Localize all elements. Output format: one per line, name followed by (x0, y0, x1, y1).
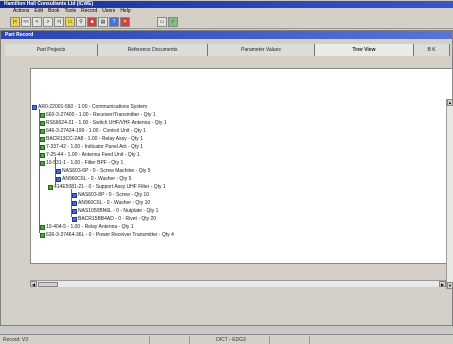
scroll-left-arrow-icon[interactable]: ◀ (30, 281, 37, 287)
part-icon (56, 176, 61, 182)
last-record-button[interactable]: >| (54, 16, 64, 27)
tree-node[interactable]: 414E5081-21 - 0 - Support Assy UHF Filte… (48, 183, 166, 191)
tree-node[interactable]: 10-404-5 - 1.00 - Relay Antenna - Qty 1 (40, 223, 134, 231)
menu-tools[interactable]: Tools (64, 8, 76, 15)
part-icon (40, 144, 45, 150)
part-icon (48, 184, 53, 190)
first-record-button[interactable]: |< (10, 16, 20, 27)
status-bar: Record: V3 DICT - EDG3 (0, 334, 453, 344)
tree-node[interactable]: 7-337-42 - 1.00 - Indicator Panel Ant - … (40, 143, 143, 151)
menu-edit[interactable]: Edit (34, 8, 43, 15)
tab-part-projects[interactable]: Part Projects (5, 44, 98, 56)
tree-node[interactable]: NAS1050BN6L - 0 - Nutplate - Qty 1 (72, 207, 158, 215)
scroll-thumb[interactable] (38, 282, 58, 287)
tree-node[interactable]: AN960C6L - 0 - Washer - Qty 10 (72, 199, 150, 207)
part-icon (40, 160, 45, 166)
menu-help[interactable]: Help (120, 8, 130, 15)
part-icon (40, 232, 45, 238)
part-icon (40, 112, 45, 118)
status-record: Record: V3 (0, 335, 150, 344)
part-record-title-bar[interactable]: Part Record (1, 31, 452, 39)
app-window: Hamilton Hall Consultants Ltd (ICWE) Act… (0, 0, 453, 344)
tab-reference-documents[interactable]: Reference Documents (98, 44, 208, 56)
part-icon (72, 208, 77, 214)
prev-page-button[interactable]: << (21, 16, 31, 27)
tab-bar: Part Projects Reference Documents Parame… (5, 44, 450, 56)
tree-node[interactable]: 7-25-44 - 1.00 - Antenna Feed Unit - Qty… (40, 151, 140, 159)
menu-book[interactable]: Book (48, 8, 59, 15)
tab-parameter-values[interactable]: Parameter Values (208, 44, 315, 56)
prev-record-button[interactable]: < (32, 16, 42, 27)
part-icon (40, 224, 45, 230)
part-record-title: Part Record (5, 32, 34, 38)
scroll-right-arrow-icon[interactable]: ▶ (439, 281, 446, 287)
app-title-bar[interactable]: Hamilton Hall Consultants Ltd (ICWE) (0, 1, 453, 8)
tree-node[interactable]: NAS603-6P - 0 - Screw Machine - Qty 5 (56, 167, 151, 175)
help-button[interactable]: ? (109, 16, 119, 27)
tree-node[interactable]: BACR15BB4AD - 0 - Rivet - Qty 20 (72, 215, 156, 223)
tree-node[interactable]: RS66624-21 - 1.00 - Switch UHF/VHF Anten… (40, 119, 167, 127)
tab-more[interactable]: B K (414, 44, 450, 56)
part-icon (72, 192, 77, 198)
tree-node-root[interactable]: AR0-22001-560 - 1.00 - Communications Sy… (32, 103, 147, 111)
part-icon (40, 120, 45, 126)
print-button[interactable]: ▤ (98, 16, 108, 27)
next-record-button[interactable]: > (43, 16, 53, 27)
open-folder-button[interactable]: ▭ (65, 16, 75, 27)
tree-node[interactable]: 646-3-27434-199 - 1.00 - Control Unit - … (40, 127, 146, 135)
ok-button[interactable]: ✓ (168, 16, 178, 27)
part-icon (40, 152, 45, 158)
app-title: Hamilton Hall Consultants Ltd (ICWE) (4, 1, 94, 7)
part-icon (40, 128, 45, 134)
part-icon (40, 136, 45, 142)
menu-users[interactable]: Users (102, 8, 115, 15)
lock-button[interactable]: ■ (87, 16, 97, 27)
part-icon (56, 168, 61, 174)
tree-node[interactable]: AN960C6L - 0 - Washer - Qty 5 (56, 175, 131, 183)
scroll-up-arrow-icon[interactable]: ▲ (447, 99, 453, 106)
tree-node[interactable]: BACR13CC-2A8 - 1.00 - Relay Assy - Qty 1 (40, 135, 143, 143)
close-button[interactable]: ✕ (120, 16, 130, 27)
tree-node[interactable]: 10-531-1 - 1.00 - Filter BPF - Qty 1 (40, 159, 123, 167)
menu-bar: Actions Edit Book Tools Record Users Hel… (0, 8, 453, 15)
status-mode: DICT - EDG3 (190, 335, 270, 344)
tree-node[interactable]: NAS603-8P - 0 - Screw - Qty 10 (72, 191, 149, 199)
tree-node[interactable]: 660-3-27400 - 1.00 - Receiver/Transmitte… (40, 111, 156, 119)
tree-view-panel[interactable]: AR0-22001-560 - 1.00 - Communications Sy… (30, 68, 453, 264)
toolbar: |< << < > >| ▭ ⚲ ■ ▤ ? ✕ ▭ ✓ (0, 15, 453, 29)
scroll-down-arrow-icon[interactable]: ▼ (447, 282, 453, 289)
folder-icon (32, 104, 37, 110)
vertical-scrollbar[interactable]: ▲ ▼ (446, 99, 453, 289)
part-icon (72, 216, 77, 222)
menu-record[interactable]: Record (81, 8, 97, 15)
save-button[interactable]: ▭ (157, 16, 167, 27)
part-icon (72, 200, 77, 206)
filter-button[interactable]: ⚲ (76, 16, 86, 27)
tab-tree-view[interactable]: Tree View (315, 44, 414, 56)
menu-actions[interactable]: Actions (13, 8, 29, 15)
tree-node[interactable]: 636-3-37464-36L - 0 - Power Receiver Tra… (40, 231, 174, 239)
horizontal-scrollbar[interactable]: ◀ ▶ (30, 280, 446, 287)
